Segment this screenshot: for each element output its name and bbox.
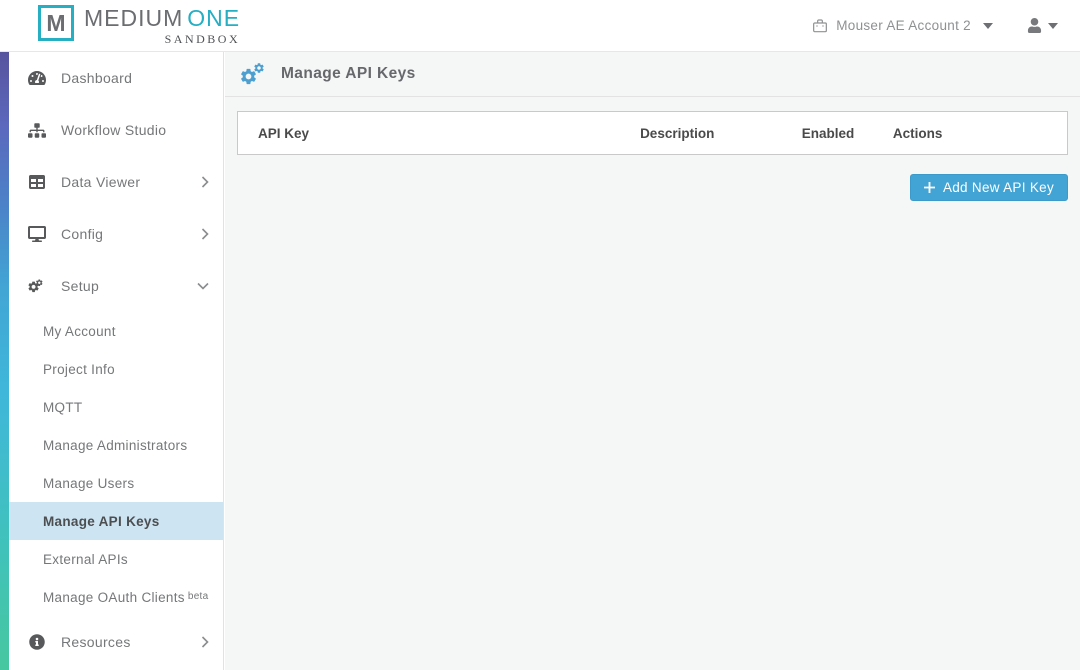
sidebar-item-config[interactable]: Config [9,208,223,260]
dashboard-icon [27,70,47,86]
sidebar-item-label: MQTT [43,400,82,415]
info-icon [27,634,47,650]
caret-down-icon [1048,23,1058,29]
chevron-right-icon [201,228,209,240]
page-title: Manage API Keys [281,65,416,83]
sidebar-item-label: My Account [43,324,116,339]
topbar: M MEDIUMONE SANDBOX Mouser AE Account [0,0,1080,52]
sidebar-item-label: Resources [61,634,131,650]
sidebar-item-setup[interactable]: Setup [9,260,223,312]
brand-logo[interactable]: M MEDIUMONE SANDBOX [38,5,240,46]
sidebar-item-manage-oauth-clients[interactable]: Manage OAuth Clients beta [9,578,223,616]
column-header-api-key: API Key [238,126,640,141]
sidebar-item-label: Project Info [43,362,115,377]
desktop-icon [27,226,47,242]
sidebar-item-my-account[interactable]: My Account [9,312,223,350]
sidebar-gradient-strip [0,52,9,670]
gears-icon [27,277,47,295]
user-icon [1027,18,1042,33]
sidebar-item-manage-users[interactable]: Manage Users [9,464,223,502]
logo-m-icon: M [38,5,74,41]
table-actions-row: Add New API Key [225,174,1068,201]
sidebar-item-label: Dashboard [61,70,132,86]
sidebar-item-label: Manage Administrators [43,438,187,453]
column-header-description: Description [640,126,802,141]
chevron-right-icon [201,176,209,188]
sitemap-icon [27,123,47,138]
api-keys-table: API Key Description Enabled Actions [237,111,1068,155]
sidebar-item-mqtt[interactable]: MQTT [9,388,223,426]
chevron-right-icon [201,636,209,648]
brand-subtitle: SANDBOX [165,32,241,46]
topbar-right: Mouser AE Account 2 [812,18,1058,34]
brand-name: MEDIUMONE [84,5,240,31]
main-content: Manage API Keys API Key Description Enab… [225,52,1080,670]
sidebar-item-dashboard[interactable]: Dashboard [9,52,223,104]
sidebar-item-resources[interactable]: Resources [9,616,223,668]
beta-badge: beta [188,591,209,602]
briefcase-icon [812,18,828,34]
sidebar-item-manage-administrators[interactable]: Manage Administrators [9,426,223,464]
sidebar-nav: Dashboard Workflow Studio Data Viewer [9,52,223,668]
sidebar-item-manage-api-keys[interactable]: Manage API Keys [9,502,223,540]
page-header: Manage API Keys [225,52,1080,97]
caret-down-icon [983,23,993,29]
column-header-enabled: Enabled [802,126,893,141]
sidebar-item-label: External APIs [43,552,128,567]
sidebar-item-label: Setup [61,278,99,294]
gears-icon [239,62,267,86]
sidebar-item-label: Manage API Keys [43,514,160,529]
sidebar-item-external-apis[interactable]: External APIs [9,540,223,578]
sidebar-item-label: Manage Users [43,476,134,491]
chevron-down-icon [197,282,209,290]
column-header-actions: Actions [893,126,1067,141]
account-selector[interactable]: Mouser AE Account 2 [812,18,993,34]
brand-name-accent: ONE [187,5,240,31]
sidebar-item-label: Workflow Studio [61,122,166,138]
plus-icon [924,182,935,193]
sidebar: Dashboard Workflow Studio Data Viewer [0,52,224,670]
table-icon [27,174,47,190]
app-window: M MEDIUMONE SANDBOX Mouser AE Account [0,0,1080,670]
sidebar-item-workflow-studio[interactable]: Workflow Studio [9,104,223,156]
add-button-label: Add New API Key [943,180,1054,195]
logo-letter: M [46,10,65,37]
user-menu[interactable] [1027,18,1058,33]
sidebar-item-label: Manage OAuth Clients [43,590,185,605]
setup-submenu: My Account Project Info MQTT Manage Admi… [9,312,223,616]
account-label: Mouser AE Account 2 [836,18,971,33]
sidebar-item-label: Data Viewer [61,174,140,190]
brand-name-primary: MEDIUM [84,5,183,31]
logo-text: MEDIUMONE SANDBOX [84,5,240,46]
sidebar-item-project-info[interactable]: Project Info [9,350,223,388]
sidebar-item-data-viewer[interactable]: Data Viewer [9,156,223,208]
sidebar-item-label: Config [61,226,103,242]
add-new-api-key-button[interactable]: Add New API Key [910,174,1068,201]
